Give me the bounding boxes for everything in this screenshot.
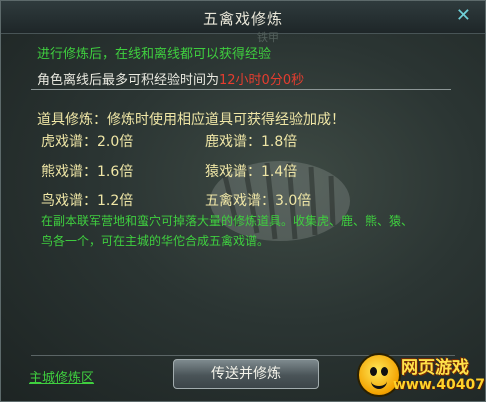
multiplier-bird: 鸟戏谱：1.2倍 [41,190,133,210]
window-title: 五禽戏修炼 [202,10,283,28]
multiplier-name: 虎戏谱： [41,134,97,150]
multiplier-deer: 鹿戏谱：1.8倍 [205,131,297,151]
site-watermark-logo: 网页游戏 www.40407.com [357,349,485,401]
multiplier-name: 猿戏谱： [205,164,261,180]
info-line-offline-limit: 角色离线后最多可积经验时间为12小时0分0秒 [37,69,304,88]
teleport-and-cultivate-button[interactable]: 传送并修炼 [173,359,319,389]
cultivation-window: 五禽戏修炼 ✕ 铁甲 进行修炼后，在线和离线都可以获得经验 角色离线后最多可积经… [0,0,486,402]
multiplier-value: 1.6倍 [97,164,134,180]
multiplier-value: 2.0倍 [97,134,134,150]
multiplier-bear: 熊戏谱：1.6倍 [41,161,133,181]
title-bar: 五禽戏修炼 ✕ [1,1,485,34]
multiplier-value: 1.4倍 [261,164,298,180]
multiplier-five-animals: 五禽戏谱：3.0倍 [205,190,311,210]
drop-note-line-2: 鸟各一个，可在主城的华佗合成五禽戏谱。 [41,234,270,248]
section-divider [31,89,451,90]
watermark-text-title: 网页游戏 [401,358,469,378]
offline-limit-value: 12小时0分0秒 [219,73,305,88]
multiplier-name: 鹿戏谱： [205,134,261,150]
close-icon[interactable]: ✕ [456,5,471,26]
main-city-cultivation-link[interactable]: 主城修炼区 [29,367,94,386]
multiplier-tiger: 虎戏谱：2.0倍 [41,131,133,151]
multiplier-value: 1.2倍 [97,193,134,209]
offline-limit-label: 角色离线后最多可积经验时间为 [37,73,220,88]
multiplier-ape: 猿戏谱：1.4倍 [205,161,297,181]
multiplier-name: 五禽戏谱： [205,193,275,209]
multiplier-value: 1.8倍 [261,134,298,150]
item-cultivation-heading: 道具修炼：修炼时使用相应道具可获得经验加成！ [37,112,345,128]
multiplier-value: 3.0倍 [275,193,312,209]
info-line-online-offline: 进行修炼后，在线和离线都可以获得经验 [37,47,272,62]
multiplier-name: 熊戏谱： [41,164,97,180]
multiplier-name: 鸟戏谱： [41,193,97,209]
watermark-text-url: www.40407.com [393,377,485,393]
drop-note-line-1: 在副本联军营地和蛮穴可掉落大量的修炼道具。收集虎、鹿、熊、猿、 [41,214,414,228]
